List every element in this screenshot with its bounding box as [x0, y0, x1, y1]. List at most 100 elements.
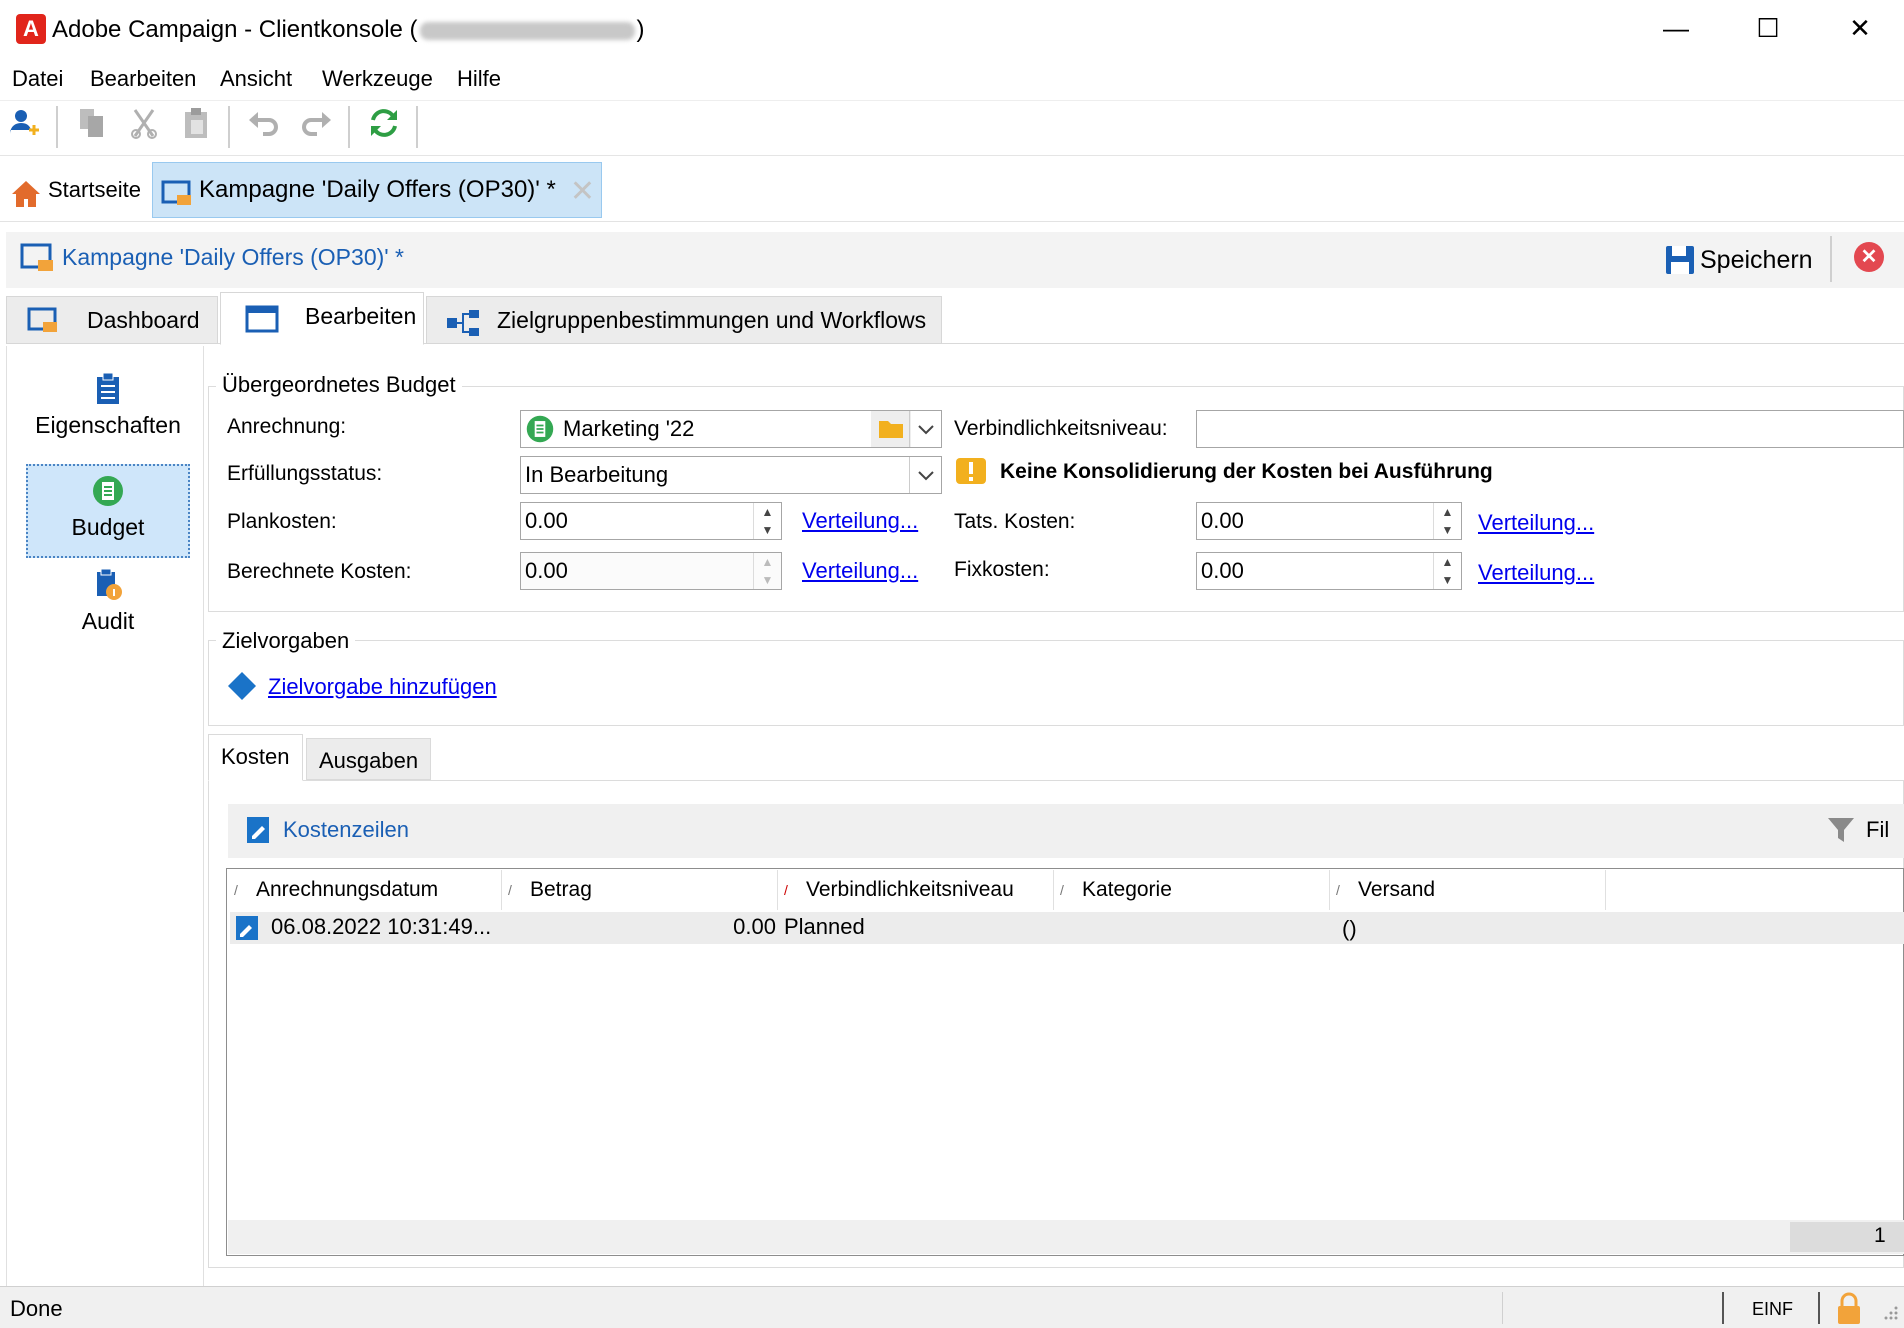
- menu-werkzeuge[interactable]: Werkzeuge: [322, 66, 433, 92]
- status-separator: [1722, 1292, 1724, 1324]
- tats-kosten-verteilung-link[interactable]: Verteilung...: [1478, 510, 1594, 536]
- editor-title: Kampagne 'Daily Offers (OP30)' *: [62, 244, 405, 270]
- nav-budget-content[interactable]: Budget: [26, 474, 190, 541]
- column-versand[interactable]: / Versand: [1330, 870, 1606, 910]
- nav-eigenschaften[interactable]: Eigenschaften: [26, 372, 190, 439]
- tab-dashboard-label: Dashboard: [87, 307, 200, 333]
- warning-text: Keine Konsolidierung der Kosten bei Ausf…: [1000, 460, 1493, 483]
- minimize-button[interactable]: —: [1646, 8, 1706, 48]
- toolbar-separator: [228, 106, 230, 148]
- redo-icon[interactable]: [298, 106, 334, 146]
- plankosten-input[interactable]: 0.00 ▲ ▼: [520, 502, 782, 540]
- tab-startseite[interactable]: Startseite: [6, 164, 149, 216]
- anrechnung-field[interactable]: Marketing '22: [520, 410, 942, 448]
- row-count: 1: [1874, 1224, 1886, 1247]
- berechnete-kosten-input[interactable]: 0.00 ▲ ▼: [520, 552, 782, 590]
- header-separator: [1830, 236, 1832, 282]
- undo-icon[interactable]: [246, 106, 282, 146]
- status-select[interactable]: In Bearbeitung: [520, 456, 942, 494]
- menu-datei[interactable]: Datei: [12, 66, 63, 92]
- chevron-down-icon[interactable]: [909, 411, 941, 447]
- grid-scroll-track[interactable]: [1790, 1222, 1904, 1252]
- warning-icon: [954, 456, 988, 491]
- toolbar: [0, 100, 1904, 156]
- resize-grip-icon[interactable]: [1880, 1300, 1900, 1322]
- tats-kosten-value: 0.00: [1201, 508, 1244, 533]
- toolbar-separator: [348, 106, 350, 148]
- save-icon: [1664, 244, 1696, 290]
- tab-campaign[interactable]: Kampagne 'Daily Offers (OP30)' * ✕: [152, 162, 602, 218]
- berechnete-kosten-verteilung-link[interactable]: Verteilung...: [802, 558, 918, 584]
- fixkosten-verteilung-link[interactable]: Verteilung...: [1478, 560, 1594, 586]
- targets-group-label: Zielvorgaben: [216, 628, 356, 654]
- fixkosten-value: 0.00: [1201, 558, 1244, 583]
- maximize-button[interactable]: ☐: [1738, 8, 1798, 48]
- verbindlichkeit-field[interactable]: [1196, 410, 1904, 448]
- window-title: Adobe Campaign - Clientkonsole (): [52, 16, 645, 43]
- close-tab-icon[interactable]: ✕: [570, 165, 595, 219]
- tab-zielgruppen-label: Zielgruppenbestimmungen und Workflows: [497, 307, 927, 333]
- toolbar-separator: [56, 106, 58, 148]
- add-target-link[interactable]: Zielvorgabe hinzufügen: [268, 674, 497, 700]
- nav-audit[interactable]: Audit: [26, 568, 190, 635]
- cost-lines-label[interactable]: Kostenzeilen: [283, 817, 409, 843]
- berechnete-kosten-stepper[interactable]: ▲ ▼: [753, 553, 781, 589]
- row-delivery: (): [1342, 916, 1357, 941]
- status-text: Done: [10, 1296, 63, 1321]
- properties-icon: [26, 372, 190, 412]
- filter-icon[interactable]: [1826, 814, 1856, 851]
- fixkosten-stepper[interactable]: ▲ ▼: [1433, 553, 1461, 589]
- grid-footer: [228, 1220, 1904, 1254]
- paste-icon[interactable]: [178, 106, 214, 146]
- anrechnung-label: Anrechnung:: [227, 415, 347, 438]
- column-verbindlichkeitsniveau[interactable]: / Verbindlichkeitsniveau: [778, 870, 1054, 910]
- menu-ansicht[interactable]: Ansicht: [220, 66, 292, 92]
- copy-icon[interactable]: [74, 106, 110, 146]
- tab-kosten[interactable]: Kosten: [208, 734, 303, 781]
- new-user-icon[interactable]: [6, 106, 42, 146]
- berechnete-kosten-label: Berechnete Kosten:: [227, 560, 412, 583]
- menu-hilfe[interactable]: Hilfe: [457, 66, 501, 92]
- campaign-icon: [161, 175, 193, 229]
- tab-zielgruppen-workflows[interactable]: Zielgruppenbestimmungen und Workflows: [426, 296, 942, 344]
- tab-dashboard[interactable]: Dashboard: [6, 296, 218, 344]
- close-window-button[interactable]: ✕: [1830, 8, 1890, 48]
- status-separator: [1502, 1292, 1503, 1324]
- row-date: 06.08.2022 10:31:49...: [271, 914, 492, 939]
- plankosten-stepper[interactable]: ▲ ▼: [753, 503, 781, 539]
- filter-label[interactable]: Fil: [1866, 817, 1889, 843]
- cut-icon[interactable]: [126, 106, 162, 146]
- save-button[interactable]: Speichern: [1660, 238, 1813, 282]
- toolbar-separator: [416, 106, 418, 148]
- nav-eigenschaften-label: Eigenschaften: [35, 412, 181, 438]
- status-bar: [0, 1286, 1904, 1328]
- column-anrechnungsdatum[interactable]: / Anrechnungsdatum: [228, 870, 502, 910]
- dashboard-icon: [27, 305, 61, 351]
- folder-icon[interactable]: [871, 411, 911, 447]
- budget-group-label: Übergeordnetes Budget: [216, 372, 462, 398]
- refresh-icon[interactable]: [366, 106, 402, 146]
- verbindlichkeit-label: Verbindlichkeitsniveau:: [954, 417, 1168, 440]
- workflow-icon: [445, 307, 481, 353]
- add-target-icon[interactable]: [224, 670, 260, 709]
- status-label: Erfüllungsstatus:: [227, 462, 383, 485]
- tab-ausgaben[interactable]: Ausgaben: [306, 738, 432, 780]
- blurred-account-name: [419, 21, 635, 40]
- nav-audit-label: Audit: [81, 608, 135, 634]
- fixkosten-input[interactable]: 0.00 ▲ ▼: [1196, 552, 1462, 590]
- tab-bearbeiten[interactable]: Bearbeiten: [220, 292, 424, 345]
- tats-kosten-stepper[interactable]: ▲ ▼: [1433, 503, 1461, 539]
- plankosten-verteilung-link[interactable]: Verteilung...: [802, 508, 918, 534]
- column-kategorie[interactable]: / Kategorie: [1054, 870, 1330, 910]
- save-label: Speichern: [1700, 246, 1813, 274]
- menu-bearbeiten[interactable]: Bearbeiten: [90, 66, 196, 92]
- cost-lines-icon: [244, 814, 274, 851]
- budget-icon: [525, 414, 555, 455]
- column-betrag[interactable]: / Betrag: [502, 870, 778, 910]
- tats-kosten-input[interactable]: 0.00 ▲ ▼: [1196, 502, 1462, 540]
- chevron-down-icon[interactable]: [909, 457, 941, 493]
- tab-bearbeiten-label: Bearbeiten: [305, 303, 417, 329]
- nav-budget-label: Budget: [71, 514, 145, 540]
- row-level: Planned: [784, 914, 865, 939]
- close-editor-icon[interactable]: ✕: [1854, 242, 1884, 272]
